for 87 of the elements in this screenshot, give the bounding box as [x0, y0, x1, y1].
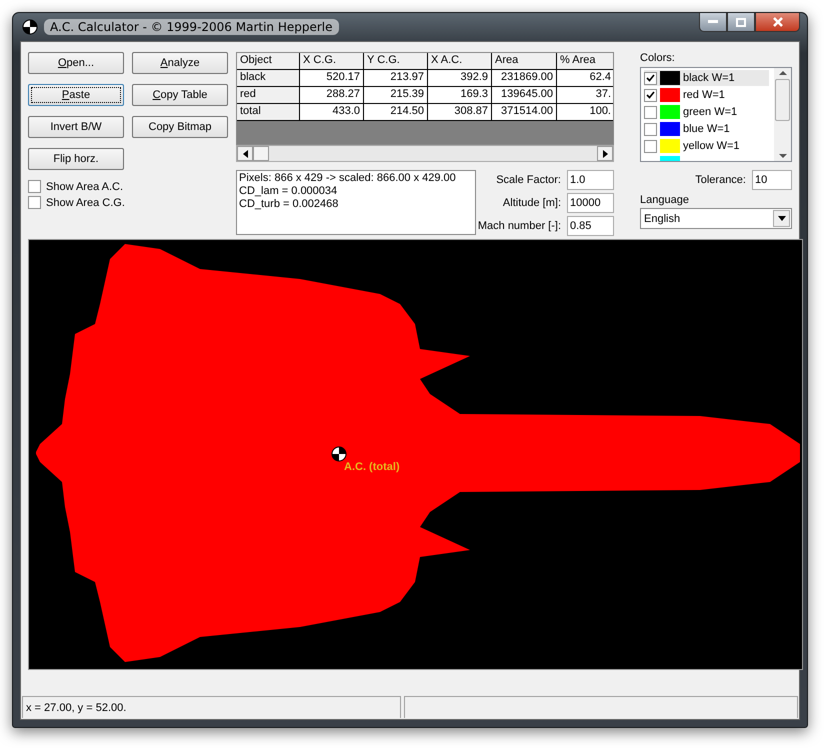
- horizontal-scrollbar[interactable]: [236, 145, 614, 162]
- result-line: CD_turb = 0.002468: [239, 198, 340, 211]
- input-field[interactable]: 0.85: [567, 216, 614, 236]
- scroll-right-button[interactable]: [597, 146, 613, 161]
- table-cell: 520.17: [300, 70, 364, 87]
- minimize-icon: [708, 20, 718, 24]
- result-line: Pixels: 866 x 429 -> scaled: 866.00 x 429.00: [239, 172, 457, 185]
- table-cell: 231869.00: [492, 70, 557, 87]
- checkbox[interactable]: [644, 106, 657, 118]
- color-list-item[interactable]: black W=1: [644, 70, 769, 86]
- field-label: Scale Factor:: [496, 174, 561, 186]
- window-title: A.C. Calculator - © 1999-2006 Martin Hepperle: [44, 19, 339, 35]
- status-panel: x = 27.00, y = 52.00.: [22, 696, 401, 718]
- checkbox[interactable]: [644, 140, 657, 152]
- table-cell: black: [237, 70, 300, 87]
- field-label: Mach number [-]:: [478, 220, 561, 232]
- checkbox[interactable]: [28, 180, 41, 193]
- toolbar-button[interactable]: Flip horz.: [28, 148, 124, 170]
- color-list-item[interactable]: yellow W=1: [644, 138, 769, 154]
- color-label: black W=1: [683, 72, 735, 84]
- close-button[interactable]: [755, 13, 800, 32]
- checkbox-label: Show Area A.C.: [46, 180, 124, 192]
- table-cell: 288.27: [300, 87, 364, 104]
- maximize-button[interactable]: [727, 13, 755, 32]
- maximize-icon: [736, 18, 746, 26]
- down-arrow-icon: [778, 151, 786, 161]
- input-field[interactable]: 1.0: [567, 170, 614, 190]
- colors-label: Colors:: [640, 52, 676, 64]
- checkbox[interactable]: [644, 88, 657, 102]
- table-cell: 308.87: [428, 104, 492, 121]
- table-cell: 139645.00: [492, 87, 557, 104]
- table-cell: 371514.00: [492, 104, 557, 121]
- input-field[interactable]: 10000: [567, 193, 614, 213]
- toolbar-button[interactable]: Analyze: [132, 52, 228, 74]
- table-cell: 100.: [557, 104, 613, 121]
- color-list-item[interactable]: green W=1: [644, 104, 769, 120]
- color-label: red W=1: [683, 89, 725, 101]
- color-list-item[interactable]: blue W=1: [644, 121, 769, 137]
- table-cell: 433.0: [300, 104, 364, 121]
- table-cell: 392.9: [428, 70, 492, 87]
- color-list-item[interactable]: red W=1: [644, 87, 769, 103]
- results-memo[interactable]: Pixels: 866 x 429 -> scaled: 866.00 x 429.00 CD_lam = 0.000034 CD_turb = 0.002468: [236, 170, 476, 235]
- app-icon: [22, 19, 38, 35]
- column-header: % Area: [557, 53, 613, 70]
- column-header: Object: [237, 53, 300, 70]
- marker-label: A.C. (total): [344, 461, 400, 473]
- column-header: Area: [492, 53, 557, 70]
- center-marker-icon: [331, 446, 347, 462]
- table-cell: total: [237, 104, 300, 121]
- field-label: Altitude [m]:: [502, 197, 561, 209]
- scroll-left-button[interactable]: [237, 146, 253, 161]
- result-line: CD_lam = 0.000034: [239, 185, 338, 198]
- vertical-scrollbar[interactable]: [774, 68, 791, 161]
- table-cell: 37.: [557, 87, 613, 104]
- scroll-thumb[interactable]: [775, 78, 790, 120]
- column-header: X A.C.: [428, 53, 492, 70]
- column-header: Y C.G.: [364, 53, 428, 70]
- language-dropdown[interactable]: English: [640, 208, 792, 229]
- table-cell: 169.3: [428, 87, 492, 104]
- scroll-thumb[interactable]: [253, 146, 269, 161]
- toolbar-button[interactable]: Open...: [28, 52, 124, 74]
- toolbar-button[interactable]: Invert B/W: [28, 116, 124, 138]
- left-arrow-icon: [242, 150, 248, 158]
- dropdown-arrow-icon: [778, 216, 786, 221]
- table-cell: 214.50: [364, 104, 428, 121]
- toolbar-button[interactable]: Copy Bitmap: [132, 116, 228, 138]
- checkbox[interactable]: [28, 196, 41, 209]
- toolbar-button[interactable]: Paste: [28, 84, 124, 106]
- toolbar-button[interactable]: Copy Table: [132, 84, 228, 106]
- table-cell: 62.4: [557, 70, 613, 87]
- language-label: Language: [640, 194, 690, 206]
- right-arrow-icon: [602, 150, 608, 158]
- table-cell: 213.97: [364, 70, 428, 87]
- checkbox[interactable]: [644, 122, 657, 136]
- checkbox[interactable]: [644, 72, 657, 84]
- checkbox-label: Show Area C.G.: [46, 196, 125, 208]
- tolerance-label: Tolerance:: [695, 174, 746, 186]
- close-icon: [772, 17, 784, 27]
- table-cell: 215.39: [364, 87, 428, 104]
- column-header: X C.G.: [300, 53, 364, 70]
- color-label: blue W=1: [683, 123, 730, 135]
- color-label: green W=1: [683, 106, 738, 118]
- input-field[interactable]: 10: [752, 170, 792, 190]
- color-label: yellow W=1: [683, 140, 740, 152]
- table-cell: red: [237, 87, 300, 104]
- up-arrow-icon: [778, 68, 786, 78]
- minimize-button[interactable]: [699, 13, 727, 32]
